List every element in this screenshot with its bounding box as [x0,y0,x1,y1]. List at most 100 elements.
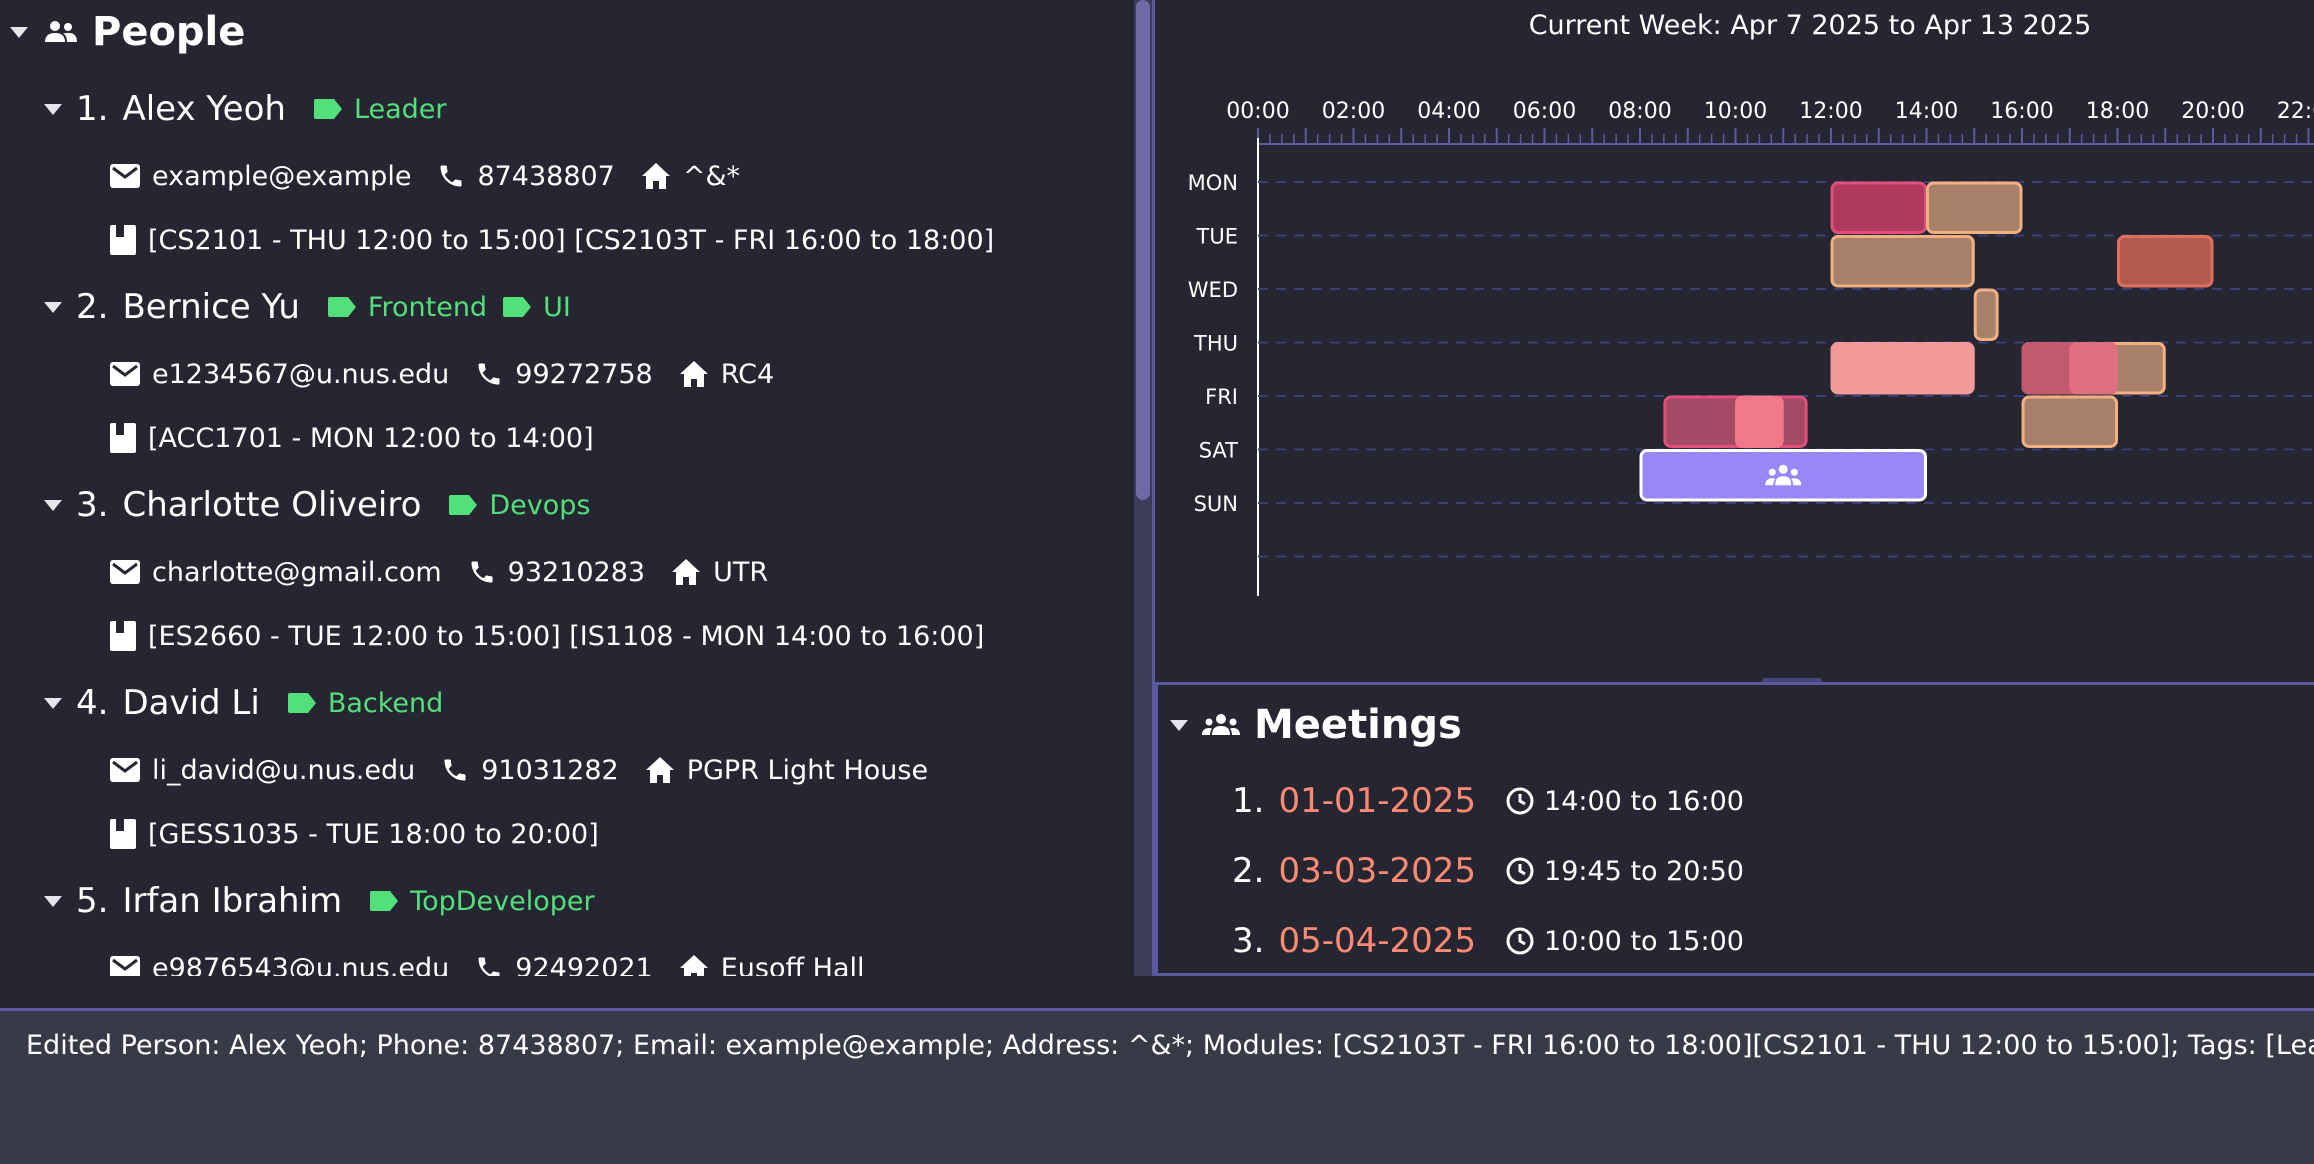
meeting-time: 14:00 to 16:00 [1544,785,1744,817]
meeting-index: 3. [1232,921,1265,961]
collapse-toggle-icon[interactable] [10,26,28,38]
person-card-header[interactable]: 5. Irfan Ibrahim TopDeveloper [44,876,595,926]
person-email: charlotte@gmail.com [152,556,442,588]
tag-label: Leader [353,93,447,125]
module-slot[interactable] [2021,395,2118,448]
people-panel[interactable]: People 1. Alex Yeoh Leader example@examp… [0,0,1134,976]
timetable-grid: 00:00 02:00 04:00 06:00 08:00 10:00 12:00 14:00… [1188,99,2314,596]
meeting-time: 10:00 to 15:00 [1544,925,1744,957]
person-tag: UI [503,292,571,323]
person-tag: TopDeveloper [370,886,595,917]
person-phone: 93210283 [507,556,646,588]
person-card-header[interactable]: 1. Alex Yeoh Leader [44,84,447,134]
clock-icon [1506,857,1534,885]
hour-label: 18:00 [2086,99,2149,124]
meetings-title: Meetings [1254,702,1462,748]
book-icon [110,621,136,651]
person-name: Irfan Ibrahim [122,881,343,921]
module-slot[interactable] [1830,342,1975,395]
person-name: Bernice Yu [122,287,300,327]
home-icon [679,955,708,976]
person-email: li_david@u.nus.edu [152,754,416,786]
person-contact-row: e9876543@u.nus.edu 92492021 Eusoff Hall [110,948,891,976]
hour-label: 08:00 [1608,99,1671,124]
hour-label: 12:00 [1799,99,1862,124]
home-icon [645,757,674,783]
meeting-time: 19:45 to 20:50 [1544,855,1744,887]
collapse-toggle-icon[interactable] [44,697,62,709]
module-slot[interactable] [1926,181,2023,234]
module-slot[interactable] [1973,288,1999,341]
hour-label: 06:00 [1513,99,1576,124]
tag-icon [503,297,532,317]
person-card-header[interactable]: 3. Charlotte Oliveiro Devops [44,480,590,530]
meeting-date: 05-04-2025 [1278,921,1477,961]
person-tag: Devops [449,490,590,521]
person-phone: 99272758 [515,358,653,390]
home-icon [672,559,701,585]
collapse-toggle-icon[interactable] [44,499,62,511]
module-slot[interactable] [2117,235,2214,288]
phone-icon [478,957,500,976]
person-email: example@example [152,160,412,192]
person-modules-row: [ES2660 - TUE 12:00 to 15:00] [IS1108 - … [110,616,1010,656]
meeting-index: 1. [1232,781,1265,821]
meeting-item[interactable]: 2. 03-03-2025 19:45 to 20:50 [1232,846,1744,896]
collapse-toggle-icon[interactable] [1170,719,1188,731]
person-index: 5. [76,881,109,921]
clock-icon [1506,787,1534,815]
module-slot[interactable] [1735,395,1784,448]
email-icon [110,956,140,976]
tag-label: Devops [489,489,591,521]
person-address: ^&* [682,160,741,192]
module-slot[interactable] [1830,235,1975,288]
home-icon [679,361,708,387]
bottom-separator [0,976,2314,1008]
person-modules-row: [CS2101 - THU 12:00 to 15:00] [CS2103T -… [110,220,1020,260]
person-contact-row: e1234567@u.nus.edu 99272758 RC4 [110,354,800,394]
people-icon [45,21,77,42]
person-address: UTR [713,556,769,588]
module-slot[interactable] [1830,181,1927,234]
hour-label: 22:00 [2277,99,2314,124]
tag-icon [313,99,342,119]
meeting-date: 03-03-2025 [1278,851,1477,891]
people-header[interactable]: People [10,9,245,55]
meeting-item[interactable]: 3. 05-04-2025 10:00 to 15:00 [1232,916,1744,966]
person-index: 3. [76,485,109,525]
hour-label: 16:00 [1990,99,2053,124]
hour-label: 04:00 [1417,99,1480,124]
person-tag: Backend [287,688,443,719]
module-slot[interactable] [2069,342,2118,395]
people-scrollbar-thumb[interactable] [1136,0,1150,500]
person-name: Alex Yeoh [122,89,286,129]
hour-label: 14:00 [1895,99,1958,124]
collapse-toggle-icon[interactable] [44,895,62,907]
person-address: Eusoff Hall [720,952,865,977]
collapse-toggle-icon[interactable] [44,103,62,115]
email-icon [110,362,140,386]
day-label: SUN [1194,492,1238,516]
person-tag: Frontend [327,291,488,323]
meeting-item[interactable]: 1. 01-01-2025 14:00 to 16:00 [1232,776,1744,826]
tag-icon [327,297,356,317]
tag-icon [449,495,478,515]
collapse-toggle-icon[interactable] [44,301,62,313]
person-modules: [ES2660 - TUE 12:00 to 15:00] [IS1108 - … [148,620,985,652]
phone-icon [471,561,493,583]
person-tag: Leader [313,93,447,125]
person-modules-row: [ACC1701 - MON 12:00 to 14:00] [110,418,620,458]
book-icon [110,423,136,453]
person-contact-row: charlotte@gmail.com 93210283 UTR [110,552,794,592]
person-card-header[interactable]: 2. Bernice Yu Frontend UI [44,282,571,332]
meetings-header[interactable]: Meetings [1170,700,1462,750]
phone-icon [440,165,462,187]
tag-label: Frontend [367,291,488,323]
meeting-slot[interactable] [1639,449,1927,502]
day-label: WED [1188,278,1238,302]
person-contact-row: example@example 87438807 ^&* [110,156,766,196]
person-phone: 87438807 [477,160,615,192]
person-index: 4. [76,683,109,723]
person-card-header[interactable]: 4. David Li Backend [44,678,443,728]
book-icon [110,819,136,849]
